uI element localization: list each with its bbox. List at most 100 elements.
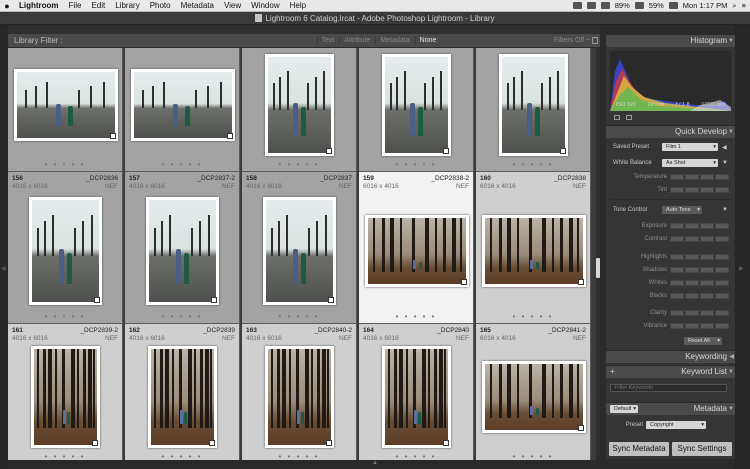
menu-window[interactable]: Window — [246, 1, 284, 10]
photo-thumbnail[interactable] — [265, 54, 334, 156]
filmstrip-toggle-icon[interactable]: ▲ — [372, 460, 378, 466]
grid-cell[interactable]: 160 _DCP2838 6016 x 4016 NEF • • • • • — [476, 172, 591, 324]
keywording-header[interactable]: Keywording ◀ — [606, 350, 735, 363]
display-icon[interactable] — [634, 2, 644, 9]
vibrance-buttons[interactable] — [670, 323, 729, 329]
keyword-filter-input[interactable]: Filter Keywords — [610, 384, 727, 392]
grid-cell[interactable]: 164 _DCP2840 4016 x 6016 NEF • • • • • — [359, 324, 474, 460]
photo-thumbnail[interactable] — [482, 361, 586, 433]
apple-icon[interactable]: ● — [0, 1, 14, 11]
rating-dots[interactable]: • • • • • — [8, 160, 122, 169]
filter-tab-metadata[interactable]: Metadata — [375, 36, 413, 45]
menu-list-icon[interactable]: ≡ — [742, 1, 746, 10]
clock[interactable]: Mon 1:17 PM — [683, 1, 728, 10]
filter-tab-text[interactable]: Text — [316, 36, 339, 45]
grid-cell[interactable]: 156 _DCP2836 4016 x 6016 NEF • • • • • — [8, 172, 123, 324]
menu-file[interactable]: File — [64, 1, 87, 10]
photo-thumbnail[interactable] — [382, 346, 451, 448]
shadows-buttons[interactable] — [670, 267, 729, 273]
grid-cell[interactable]: • • • • • — [476, 48, 591, 172]
contrast-buttons[interactable] — [670, 236, 729, 242]
menu-photo[interactable]: Photo — [145, 1, 176, 10]
photo-thumbnail[interactable] — [148, 346, 217, 448]
white-balance-select[interactable]: As Shot — [662, 159, 718, 167]
menu-help[interactable]: Help — [285, 1, 311, 10]
sync-metadata-button[interactable]: Sync Metadata — [609, 442, 669, 456]
photo-thumbnail[interactable] — [146, 197, 219, 305]
expand-arrow-icon[interactable]: ▼ — [722, 160, 728, 166]
filter-tab-none[interactable]: None — [414, 36, 441, 45]
preset-select[interactable]: Copyright — [646, 421, 706, 429]
photo-thumbnail[interactable] — [31, 346, 100, 448]
grid-cell[interactable]: 165 _DCP2841-2 6016 x 4016 NEF • • • • • — [476, 324, 591, 460]
sync-settings-button[interactable]: Sync Settings — [672, 442, 732, 456]
original-photo-icon[interactable] — [614, 115, 620, 120]
photo-thumbnail[interactable] — [482, 215, 586, 287]
grid-cell[interactable]: 158 _DCP2837 4016 x 6016 NEF • • • • • — [242, 172, 357, 324]
rating-dots[interactable]: • • • • • — [125, 452, 239, 460]
search-icon[interactable]: ⌕ — [732, 1, 736, 11]
histogram-header[interactable]: Histogram ▼ — [606, 34, 735, 47]
temperature-buttons[interactable] — [670, 174, 729, 180]
metadata-set-select[interactable]: Default — [610, 405, 638, 413]
grid-cell[interactable]: 161 _DCP2839-2 4016 x 6016 NEF • • • • • — [8, 324, 123, 460]
rating-dots[interactable]: • • • • • — [125, 312, 239, 321]
metadata-header[interactable]: Default Metadata▼ — [606, 402, 735, 415]
photo-thumbnail[interactable] — [14, 69, 118, 141]
menu-app[interactable]: Lightroom — [14, 1, 64, 10]
tint-buttons[interactable] — [670, 187, 729, 193]
dropbox-icon[interactable] — [572, 2, 582, 9]
menu-metadata[interactable]: Metadata — [176, 1, 219, 10]
filter-tab-attribute[interactable]: Attribute — [339, 36, 374, 45]
exposure-buttons[interactable] — [670, 223, 729, 229]
flag-icon[interactable] — [668, 2, 678, 9]
menu-edit[interactable]: Edit — [86, 1, 110, 10]
rating-dots[interactable]: • • • • • — [242, 452, 356, 460]
expand-arrow-icon[interactable]: ◀ — [722, 144, 727, 151]
photo-thumbnail[interactable] — [131, 69, 235, 141]
grid-cell[interactable]: 157 _DCP2837-2 4016 x 6016 NEF • • • • • — [125, 172, 240, 324]
expand-arrow-icon[interactable]: ▼ — [722, 207, 728, 213]
scrollbar-thumb[interactable] — [596, 258, 600, 278]
grid-cell[interactable]: 162 _DCP2839 4016 x 6016 NEF • • • • • — [125, 324, 240, 460]
photo-thumbnail[interactable] — [382, 54, 451, 156]
keyword-list-header[interactable]: + Keyword List ▼ — [606, 365, 735, 378]
rating-dots[interactable]: • • • • • — [125, 160, 239, 169]
saved-preset-select[interactable]: Film 1 — [662, 143, 718, 151]
grid-cell[interactable]: • • • • • — [242, 48, 357, 172]
photo-thumbnail[interactable] — [265, 346, 334, 448]
grid-scrollbar[interactable] — [596, 48, 600, 460]
quick-develop-header[interactable]: Quick Develop ▼ — [606, 125, 735, 138]
rating-dots[interactable]: • • • • • — [476, 160, 590, 169]
highlights-buttons[interactable] — [670, 254, 729, 260]
smart-preview-icon[interactable] — [626, 115, 632, 120]
rating-dots[interactable]: • • • • • — [242, 312, 356, 321]
rating-dots[interactable]: • • • • • — [359, 160, 473, 169]
grid-cell[interactable]: 159 _DCP2838-2 6016 x 4016 NEF • • • • • — [359, 172, 474, 324]
rating-dots[interactable]: • • • • • — [359, 452, 473, 460]
grid-cell[interactable]: • • • • • — [8, 48, 123, 172]
grid-cell[interactable]: 163 _DCP2840-2 4016 x 6016 NEF • • • • • — [242, 324, 357, 460]
grid-cell[interactable]: • • • • • — [359, 48, 474, 172]
right-panel-toggle-icon[interactable]: ▶ — [739, 265, 744, 272]
blacks-buttons[interactable] — [670, 293, 729, 299]
grid-cell[interactable]: • • • • • — [125, 48, 240, 172]
rating-dots[interactable]: • • • • • — [476, 452, 590, 460]
rating-dots[interactable]: • • • • • — [359, 312, 473, 321]
menu-library[interactable]: Library — [110, 1, 144, 10]
wifi-icon[interactable] — [586, 2, 596, 9]
battery-icon[interactable] — [600, 2, 610, 9]
clarity-buttons[interactable] — [670, 310, 729, 316]
photo-thumbnail[interactable] — [499, 54, 568, 156]
rating-dots[interactable]: • • • • • — [8, 452, 122, 460]
auto-tone-button[interactable]: Auto Tone — [662, 206, 702, 214]
left-panel-toggle-icon[interactable]: ◀ — [1, 265, 6, 272]
photo-thumbnail[interactable] — [263, 197, 336, 305]
rating-dots[interactable]: • • • • • — [476, 312, 590, 321]
lock-icon[interactable] — [592, 37, 598, 44]
photo-thumbnail[interactable] — [365, 215, 469, 287]
photo-thumbnail[interactable] — [29, 197, 102, 305]
reset-all-button[interactable]: Reset All — [684, 337, 722, 345]
rating-dots[interactable]: • • • • • — [242, 160, 356, 169]
add-keyword-icon[interactable]: + — [610, 366, 615, 378]
